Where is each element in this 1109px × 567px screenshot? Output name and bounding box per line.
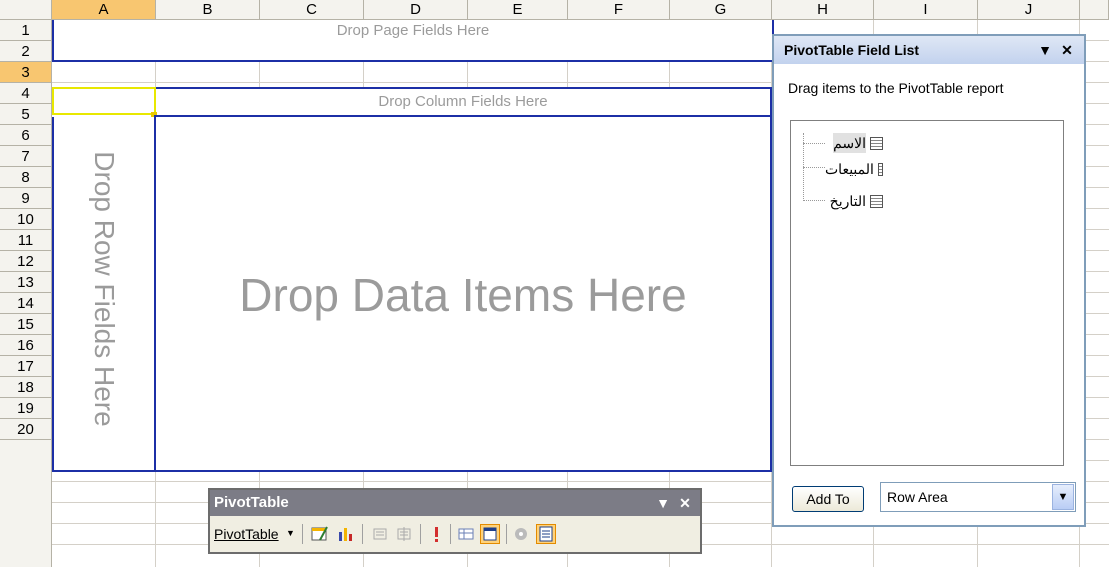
close-icon[interactable]: ✕ [1058,41,1076,59]
row-header-6[interactable]: 6 [0,125,52,146]
row-header-4[interactable]: 4 [0,83,52,104]
format-report-icon[interactable] [310,524,330,544]
always-display-items-icon[interactable] [480,524,500,544]
menu-arrow-icon: ▼ [286,528,295,538]
row-header-3[interactable]: 3 [0,62,52,83]
field-list-title: PivotTable Field List [784,42,920,58]
refresh-data-icon[interactable] [426,524,446,544]
tree-branch [803,167,825,168]
field-icon [877,162,883,176]
data-items-drop-zone[interactable]: Drop Data Items Here [154,115,772,472]
field-tree[interactable]: الاسم المبيعات التاريخ [790,120,1064,466]
separator [302,524,303,544]
pivottable-menu-button[interactable]: PivotTable [214,524,279,544]
page-fields-hint: Drop Page Fields Here [336,22,490,39]
toolbar-buttons: PivotTable ▼ [210,516,700,552]
column-fields-hint: Drop Column Fields Here [378,93,548,110]
show-field-list-icon[interactable] [536,524,556,544]
row-fields-drop-zone[interactable]: Drop Row Fields Here [52,117,156,472]
add-to-button[interactable]: Add To [792,486,864,512]
row-header-9[interactable]: 9 [0,188,52,209]
field-item-name[interactable]: الاسم [825,133,883,153]
row-header-10[interactable]: 10 [0,209,52,230]
separator [362,524,363,544]
row-header-11[interactable]: 11 [0,230,52,251]
chevron-down-icon[interactable]: ▼ [1052,484,1074,510]
pivottable-field-list-panel[interactable]: PivotTable Field List ▼ ✕ Drag items to … [772,34,1086,527]
area-select-value: Row Area [887,489,948,505]
toolbar-title-bar[interactable]: PivotTable ▼ ✕ [210,490,700,516]
row-header-14[interactable]: 14 [0,293,52,314]
row-header-7[interactable]: 7 [0,146,52,167]
chart-wizard-icon[interactable] [336,524,356,544]
include-hidden-items-icon[interactable] [456,524,476,544]
tree-branch [803,200,825,201]
page-fields-drop-zone[interactable]: Drop Page Fields Here [52,20,774,62]
pivottable-toolbar[interactable]: PivotTable ▼ ✕ PivotTable ▼ [208,488,702,554]
row-header-12[interactable]: 12 [0,251,52,272]
field-list-title-bar[interactable]: PivotTable Field List ▼ ✕ [774,36,1084,64]
toolbar-title: PivotTable [214,494,289,511]
row-header-8[interactable]: 8 [0,167,52,188]
row-header-16[interactable]: 16 [0,335,52,356]
row-header-15[interactable]: 15 [0,314,52,335]
separator [506,524,507,544]
row-header-5[interactable]: 5 [0,104,52,125]
dropdown-arrow-icon[interactable]: ▼ [1036,41,1054,59]
row-fields-hint: Drop Row Fields Here [89,151,120,427]
row-header-1[interactable]: 1 [0,20,52,41]
field-item-sales[interactable]: المبيعات [825,159,883,179]
data-items-hint: Drop Data Items Here [239,269,687,321]
row-header-18[interactable]: 18 [0,377,52,398]
field-item-date[interactable]: التاريخ [825,191,883,211]
row-header-2[interactable]: 2 [0,41,52,62]
area-select[interactable]: Row Area ▼ [880,482,1076,512]
separator [420,524,421,544]
row-header-17[interactable]: 17 [0,356,52,377]
close-icon[interactable]: ✕ [676,494,694,512]
hide-detail-icon[interactable] [370,524,390,544]
field-icon [870,194,883,208]
field-list-instructions: Drag items to the PivotTable report [788,80,1004,96]
field-icon [870,136,883,150]
row-header-20[interactable]: 20 [0,419,52,440]
dropdown-arrow-icon[interactable]: ▼ [654,494,672,512]
tree-branch [803,143,825,144]
field-settings-icon[interactable] [512,524,532,544]
show-detail-icon[interactable] [394,524,414,544]
row-header-19[interactable]: 19 [0,398,52,419]
column-fields-drop-zone[interactable]: Drop Column Fields Here [154,87,772,117]
row-header-13[interactable]: 13 [0,272,52,293]
separator [450,524,451,544]
row-header-filler [0,440,52,567]
